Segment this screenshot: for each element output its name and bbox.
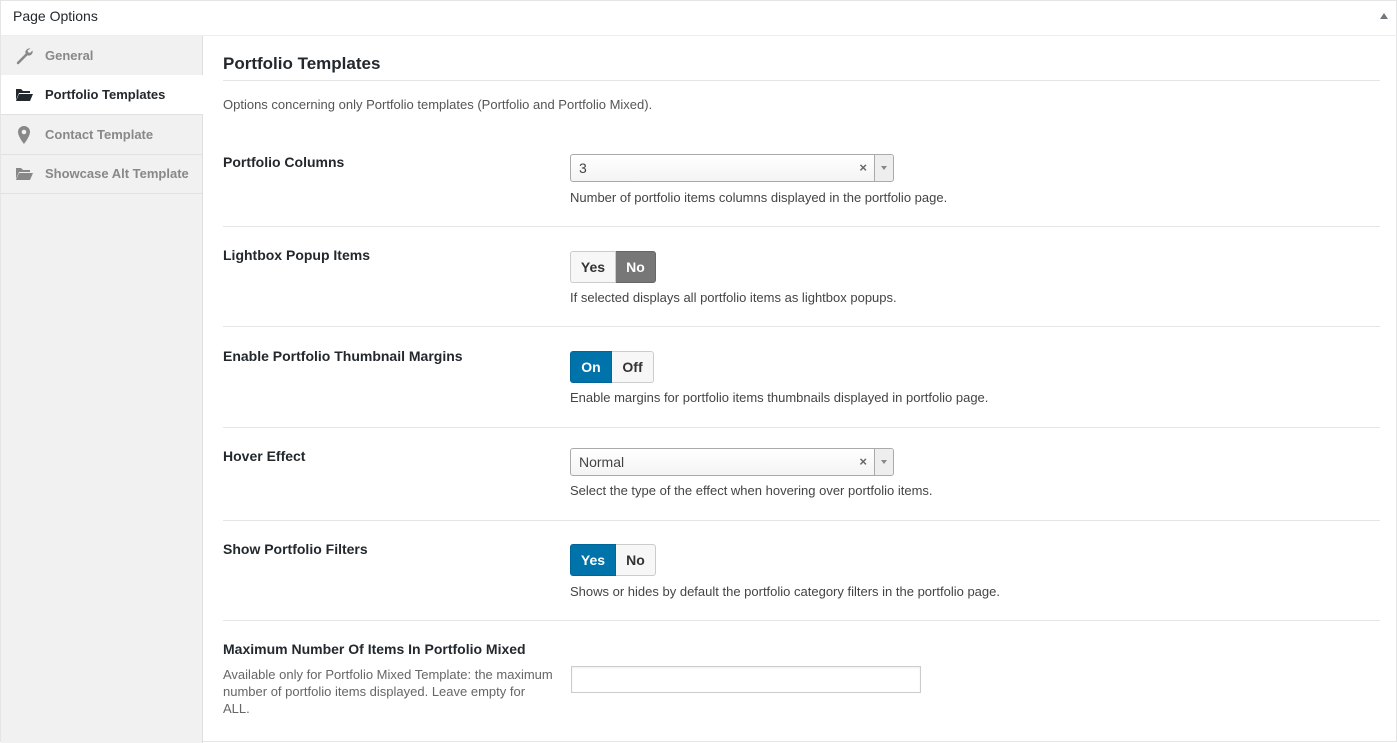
option-row-lightbox-popup: Lightbox Popup Items Yes No If selected … <box>223 227 1380 327</box>
portfolio-columns-help: Number of portfolio items columns displa… <box>570 190 948 205</box>
folder-open-icon <box>15 89 33 101</box>
options-sidebar: General Portfolio Templates Contact Temp… <box>1 36 203 743</box>
thumbnail-margins-toggle: On Off <box>570 351 654 383</box>
title-divider <box>223 80 1380 81</box>
map-pin-icon <box>18 126 30 144</box>
thumbnail-margins-help: Enable margins for portfolio items thumb… <box>570 390 989 405</box>
option-row-thumbnail-margins: Enable Portfolio Thumbnail Margins On Of… <box>223 327 1380 428</box>
filters-yes-button[interactable]: Yes <box>570 544 616 576</box>
select-dropdown-toggle[interactable] <box>874 449 893 475</box>
clear-selection-icon[interactable]: × <box>859 160 867 175</box>
collapse-arrow-icon[interactable] <box>1380 13 1388 19</box>
option-row-max-items: Maximum Number Of Items In Portfolio Mix… <box>223 621 1380 743</box>
clear-selection-icon[interactable]: × <box>859 454 867 469</box>
margins-off-button[interactable]: Off <box>612 351 654 383</box>
max-items-input[interactable] <box>571 666 921 693</box>
tab-showcase-alt-template-label: Showcase Alt Template <box>45 166 189 181</box>
tab-portfolio-templates[interactable]: Portfolio Templates <box>1 75 203 115</box>
hover-effect-label: Hover Effect <box>223 448 306 464</box>
max-items-sublabel: Available only for Portfolio Mixed Templ… <box>223 667 553 716</box>
chevron-down-icon <box>881 166 887 170</box>
portfolio-filters-label: Show Portfolio Filters <box>223 541 368 557</box>
metabox-header[interactable]: Page Options <box>1 1 1397 36</box>
lightbox-popup-help: If selected displays all portfolio items… <box>570 290 897 305</box>
portfolio-columns-label: Portfolio Columns <box>223 154 345 170</box>
tab-portfolio-templates-label: Portfolio Templates <box>45 87 166 102</box>
page-title: Portfolio Templates <box>223 54 381 73</box>
chevron-down-icon <box>881 460 887 464</box>
section-description: Options concerning only Portfolio templa… <box>223 97 653 112</box>
hover-effect-help: Select the type of the effect when hover… <box>570 483 933 498</box>
tab-showcase-alt-template[interactable]: Showcase Alt Template <box>1 154 202 194</box>
margins-on-button[interactable]: On <box>570 351 612 383</box>
portfolio-filters-help: Shows or hides by default the portfolio … <box>570 584 1000 599</box>
portfolio-filters-toggle: Yes No <box>570 544 656 576</box>
metabox-title: Page Options <box>13 8 98 24</box>
lightbox-popup-toggle: Yes No <box>570 251 656 283</box>
tab-contact-template-label: Contact Template <box>45 127 154 142</box>
portfolio-columns-value: 3 <box>579 160 587 176</box>
tab-contact-template[interactable]: Contact Template <box>1 115 202 155</box>
wrench-icon <box>16 48 33 65</box>
lightbox-popup-label: Lightbox Popup Items <box>223 247 370 263</box>
page-options-metabox: Page Options General Portfolio Templates… <box>0 0 1397 743</box>
tab-general[interactable]: General <box>1 36 202 76</box>
portfolio-columns-select[interactable]: 3 × <box>570 154 894 182</box>
option-row-hover-effect: Hover Effect Normal × Select the type of… <box>223 428 1380 521</box>
thumbnail-margins-label: Enable Portfolio Thumbnail Margins <box>223 348 463 364</box>
hover-effect-select[interactable]: Normal × <box>570 448 894 476</box>
folder-open-icon <box>15 168 33 180</box>
option-row-portfolio-filters: Show Portfolio Filters Yes No Shows or h… <box>223 521 1380 621</box>
select-dropdown-toggle[interactable] <box>874 155 893 181</box>
tab-general-label: General <box>45 48 94 63</box>
option-row-portfolio-columns: Portfolio Columns 3 × Number of portfoli… <box>223 136 1380 227</box>
max-items-label: Maximum Number Of Items In Portfolio Mix… <box>223 641 526 657</box>
lightbox-no-button[interactable]: No <box>616 251 656 283</box>
hover-effect-value: Normal <box>579 454 625 470</box>
lightbox-yes-button[interactable]: Yes <box>570 251 616 283</box>
filters-no-button[interactable]: No <box>616 544 656 576</box>
